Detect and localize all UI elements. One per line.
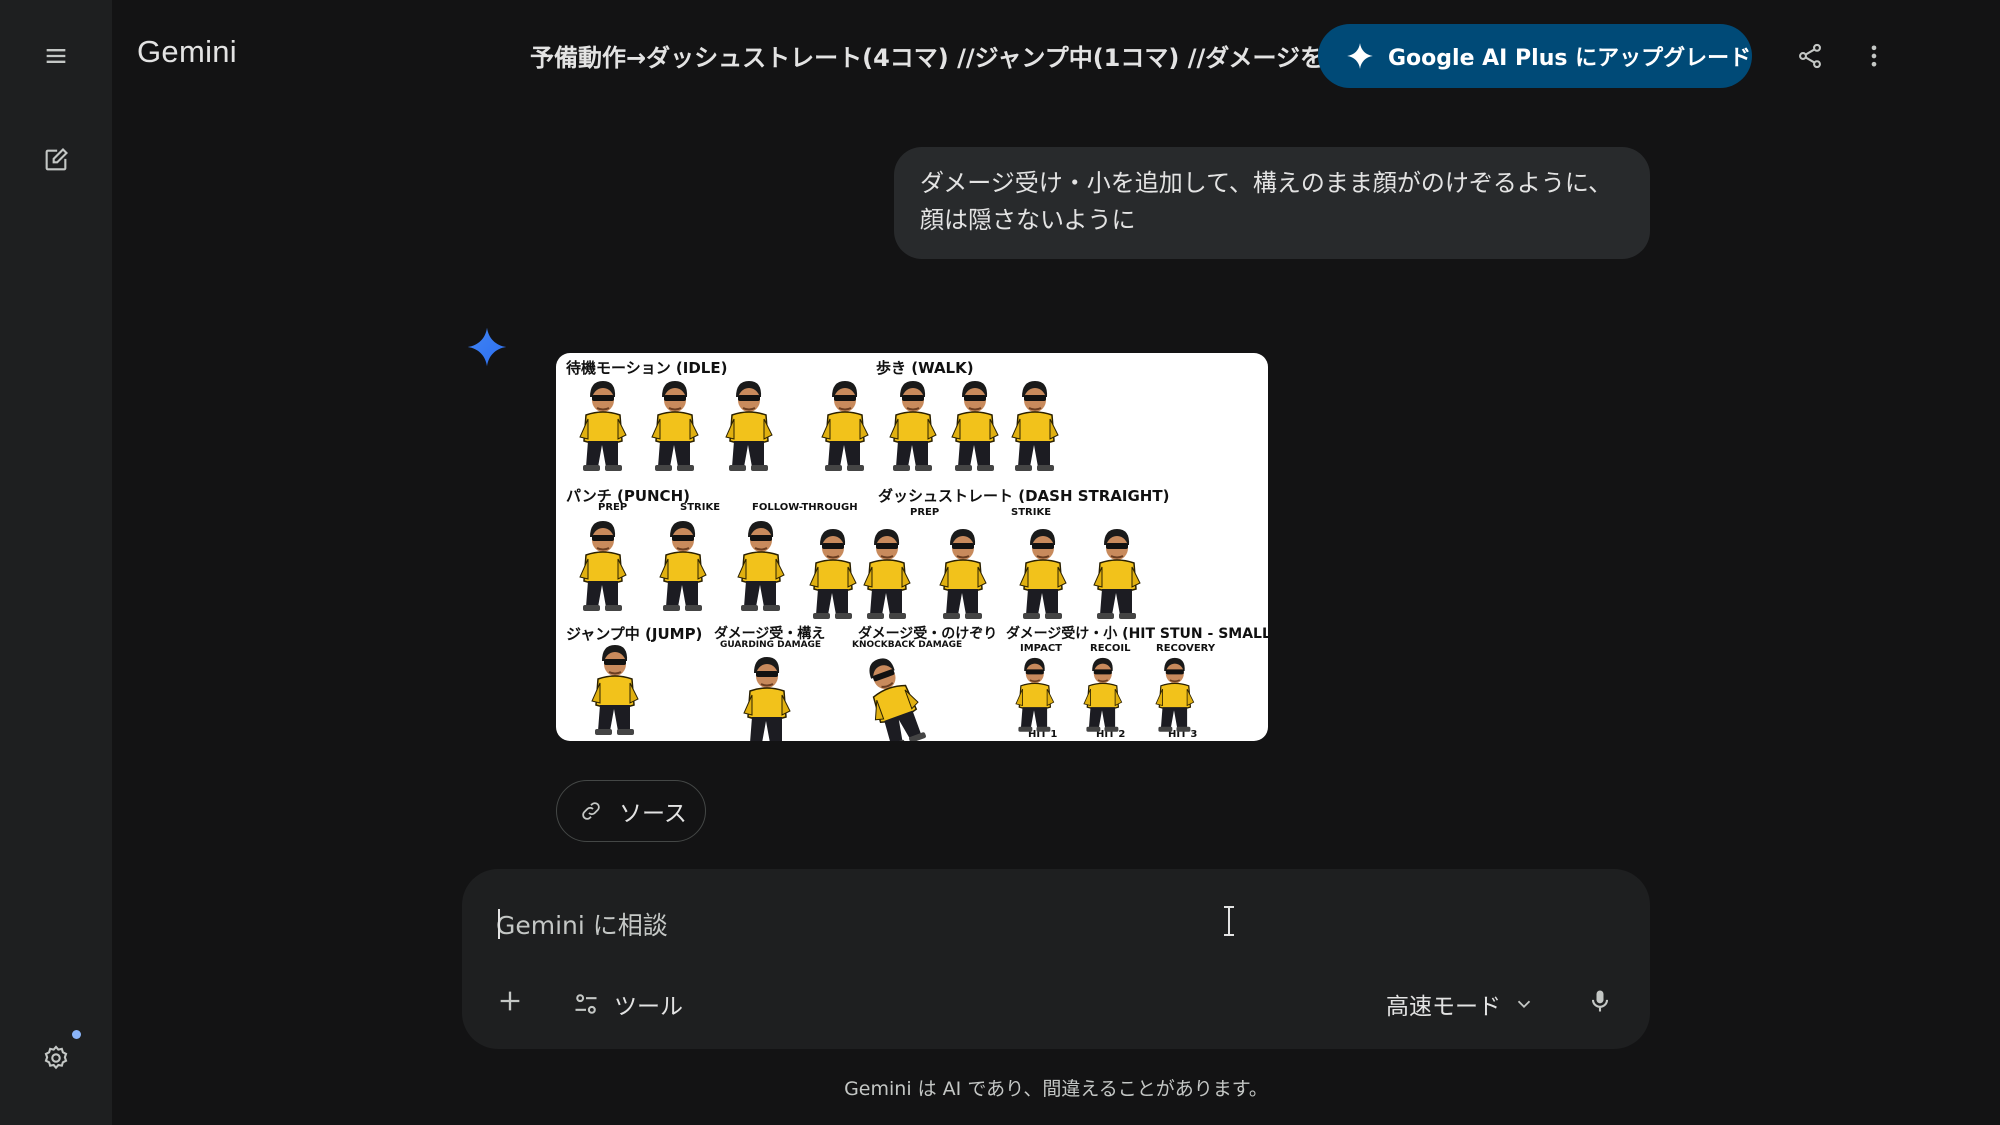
label-punch-strike: STRIKE (680, 502, 721, 513)
text-caret (498, 909, 500, 939)
link-icon (582, 802, 600, 820)
chat-title[interactable]: 予備動作→ダッシュストレート(4コマ) //ジャンプ中(1コマ) //ダメージを (530, 38, 1430, 73)
label-hitstun: ダメージ受け・小 (HIT STUN - SMALL) (1006, 626, 1268, 642)
sidebar (0, 0, 112, 1125)
sprite-dash-4 (1016, 523, 1068, 623)
sprite-dash-3 (936, 523, 988, 623)
sprite-hit-2 (1080, 653, 1124, 735)
add-button[interactable] (496, 987, 524, 1015)
sprite-idle-1 (576, 375, 628, 475)
upgrade-label: Google AI Plus にアップグレード (1388, 46, 1752, 71)
more-vertical-icon[interactable] (1848, 30, 1900, 82)
sprite-guard (740, 651, 792, 741)
hamburger-menu-icon[interactable] (28, 28, 84, 84)
source-label: ソース (619, 801, 687, 827)
sprite-walk-1 (818, 375, 870, 475)
sprite-hit-1 (1012, 653, 1056, 735)
sprite-punch-prep (576, 515, 628, 615)
app-title[interactable]: Gemini (137, 34, 237, 70)
label-dash: ダッシュストレート (DASH STRAIGHT) (878, 487, 1170, 505)
mode-label: 高速モード (1386, 994, 1501, 1020)
gemini-sparkle-icon (467, 327, 507, 367)
microphone-icon (1591, 990, 1609, 1012)
label-guard-en: GUARDING DAMAGE (720, 640, 822, 650)
mode-selector[interactable]: 高速モード (1386, 987, 1535, 1021)
notification-dot (72, 1030, 81, 1039)
microphone-button[interactable] (1586, 987, 1614, 1015)
text-cursor-icon (1224, 906, 1234, 936)
generated-sprite-sheet-image[interactable]: 待機モーション (IDLE) 歩き (WALK) パンチ (PUNCH) PRE… (556, 353, 1268, 741)
sprite-dash-1 (806, 523, 858, 623)
user-message-bubble: ダメージ受け・小を追加して、構えのまま顔がのけぞるように、顔は隠さないように (894, 147, 1650, 259)
tools-button[interactable]: ツール (572, 987, 683, 1021)
sprite-idle-2 (648, 375, 700, 475)
sprite-punch-strike (656, 515, 708, 615)
tune-icon (575, 994, 597, 1014)
top-bar: Gemini 予備動作→ダッシュストレート(4コマ) //ジャンプ中(1コマ) … (112, 0, 2000, 112)
sprite-dash-5 (1090, 523, 1142, 623)
tools-label: ツール (614, 994, 683, 1020)
label-dash-strike: STRIKE (1011, 507, 1052, 518)
label-knockback-en: KNOCKBACK DAMAGE (852, 640, 963, 650)
disclaimer: Gemini は AI であり、間違えることがあります。 (844, 1078, 1268, 1100)
prompt-input-box: ツール 高速モード (462, 869, 1650, 1049)
label-punch-prep: PREP (598, 502, 628, 513)
label-dash-prep: PREP (910, 507, 940, 518)
sprite-dash-2 (860, 523, 912, 623)
share-icon[interactable] (1784, 30, 1836, 82)
new-chat-icon[interactable] (28, 132, 84, 188)
plus-icon (500, 991, 520, 1011)
label-punch: パンチ (PUNCH) (566, 487, 690, 505)
sprite-hit-3 (1152, 653, 1196, 735)
sprite-walk-3 (948, 375, 1000, 475)
label-punch-follow: FOLLOW-THROUGH (752, 502, 858, 513)
sprite-knockback (850, 645, 933, 741)
source-button[interactable]: ソース (556, 780, 706, 842)
sprite-idle-3 (722, 375, 774, 475)
prompt-input[interactable] (496, 905, 1396, 945)
sprite-walk-2 (886, 375, 938, 475)
sparkle-icon (1347, 43, 1373, 69)
sprite-jump (588, 639, 640, 739)
sprite-punch-follow (734, 515, 786, 615)
upgrade-button[interactable]: Google AI Plus にアップグレード (1318, 24, 1752, 88)
chevron-down-icon (1517, 1000, 1531, 1009)
sprite-walk-4 (1008, 375, 1060, 475)
